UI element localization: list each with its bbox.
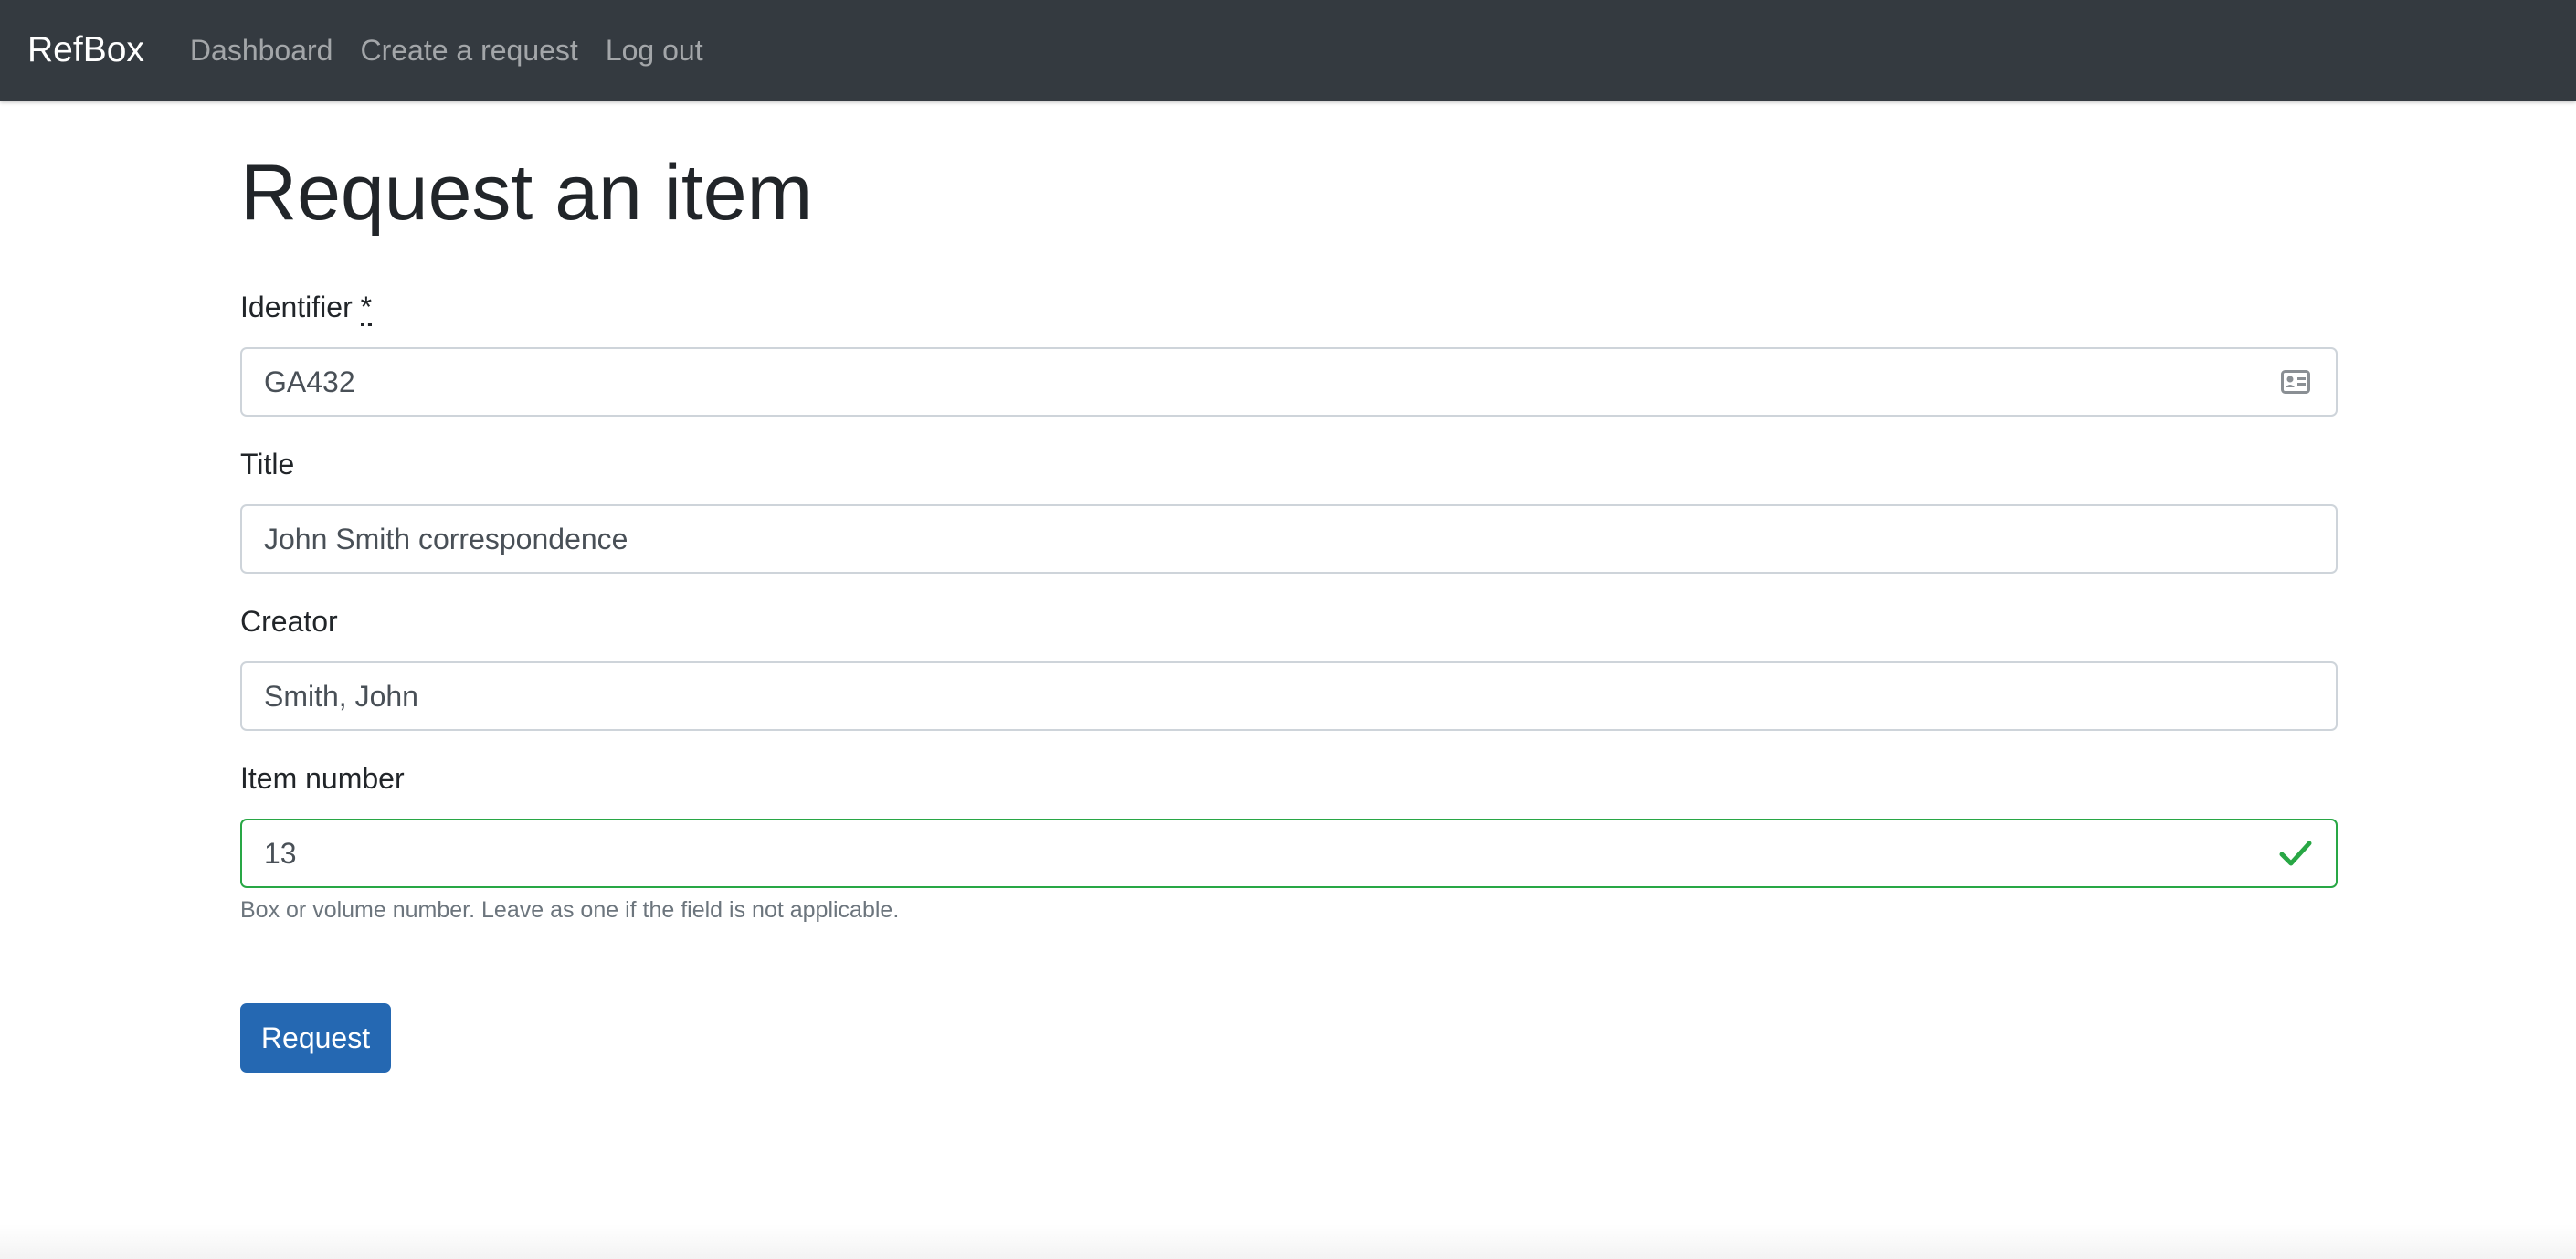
footer-shade (0, 1224, 2576, 1259)
required-mark: * (360, 291, 373, 326)
nav-link-log-out[interactable]: Log out (606, 34, 703, 68)
checkmark-icon (2277, 835, 2314, 872)
id-card-icon (2277, 364, 2314, 400)
identifier-label: Identifier * (240, 291, 373, 326)
title-label: Title (240, 448, 295, 481)
request-button[interactable]: Request (240, 1003, 391, 1073)
top-navbar: RefBox Dashboard Create a request Log ou… (0, 0, 2576, 101)
identifier-label-text: Identifier (240, 291, 353, 323)
item-number-field (240, 819, 2338, 888)
creator-input[interactable] (264, 679, 2314, 714)
title-field (240, 504, 2338, 574)
item-number-label: Item number (240, 762, 405, 795)
nav-link-create-request[interactable]: Create a request (360, 34, 577, 68)
brand-logo[interactable]: RefBox (27, 30, 144, 70)
item-number-help-text: Box or volume number. Leave as one if th… (240, 897, 900, 923)
nav-link-dashboard[interactable]: Dashboard (190, 34, 333, 68)
creator-field (240, 661, 2338, 731)
page-title: Request an item (240, 149, 813, 237)
creator-label: Creator (240, 605, 338, 638)
identifier-input[interactable] (264, 365, 2277, 399)
item-number-input[interactable] (264, 836, 2277, 871)
identifier-field (240, 347, 2338, 417)
title-input[interactable] (264, 522, 2314, 556)
